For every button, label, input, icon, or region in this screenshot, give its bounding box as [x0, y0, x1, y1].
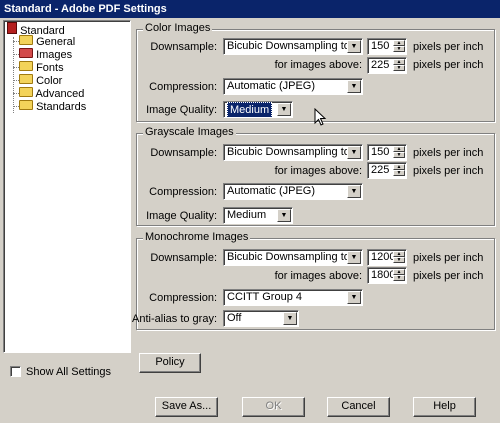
above-unit: pixels per inch — [413, 59, 484, 71]
chevron-down-icon[interactable]: ▼ — [347, 251, 361, 264]
above-unit: pixels per inch — [413, 270, 484, 282]
above-label: for images above: — [274, 165, 362, 177]
chevron-down-icon[interactable]: ▼ — [283, 312, 297, 325]
tree-item-label: Images — [36, 49, 73, 61]
stepper-value: 150 — [371, 146, 390, 158]
tree-item-fonts[interactable]: Fonts — [19, 61, 64, 74]
spin-down-icon[interactable]: ▼ — [393, 170, 405, 176]
antialias-label: Anti-alias to gray: — [132, 313, 217, 325]
compression-select[interactable]: Automatic (JPEG) ▼ — [223, 78, 363, 95]
stepper-value: 1200 — [371, 251, 396, 263]
ppi-stepper[interactable]: 150 ▲ ▼ — [367, 144, 407, 161]
monochrome-images-group: Monochrome Images Downsample: Bicubic Do… — [132, 231, 495, 330]
above-label: for images above: — [274, 59, 362, 71]
spin-down-icon[interactable]: ▼ — [393, 65, 405, 71]
downsample-label: Downsample: — [150, 147, 217, 159]
above-stepper[interactable]: 225 ▲ ▼ — [367, 162, 407, 179]
tree-item-advanced[interactable]: Advanced — [19, 87, 84, 100]
downsample-select[interactable]: Bicubic Downsampling to ▼ — [223, 144, 363, 161]
above-label: for images above: — [274, 270, 362, 282]
select-value: Medium — [227, 102, 273, 117]
ok-button[interactable]: OK — [242, 397, 305, 417]
stepper-value: 225 — [371, 59, 390, 71]
ppi-unit: pixels per inch — [413, 147, 484, 159]
downsample-select[interactable]: Bicubic Downsampling to ▼ — [223, 249, 363, 266]
compression-label: Compression: — [149, 186, 217, 198]
chevron-down-icon[interactable]: ▼ — [277, 209, 291, 222]
ppi-unit: pixels per inch — [413, 252, 484, 264]
folder-icon — [19, 35, 33, 45]
select-value: Bicubic Downsampling to — [227, 146, 350, 158]
spin-down-icon[interactable]: ▼ — [393, 275, 405, 281]
quality-label: Image Quality: — [146, 104, 217, 116]
tree-item-label: Standards — [36, 101, 87, 113]
grayscale-images-group: Grayscale Images Downsample: Bicubic Dow… — [136, 126, 495, 226]
show-all-settings-checkbox[interactable] — [10, 366, 21, 377]
tree-item-label: Color — [36, 75, 63, 87]
window-title: Standard - Adobe PDF Settings — [0, 0, 500, 18]
pdf-settings-icon — [7, 22, 17, 34]
spin-down-icon[interactable]: ▼ — [393, 46, 405, 52]
stepper-value: 1800 — [371, 269, 396, 281]
chevron-down-icon[interactable]: ▼ — [347, 40, 361, 53]
above-unit: pixels per inch — [413, 165, 484, 177]
select-value: Automatic (JPEG) — [227, 80, 316, 92]
downsample-label: Downsample: — [150, 41, 217, 53]
tree-item-label: General — [36, 36, 76, 48]
chevron-down-icon[interactable]: ▼ — [277, 103, 291, 116]
chevron-down-icon[interactable]: ▼ — [347, 185, 361, 198]
folder-open-icon — [19, 48, 33, 58]
folder-icon — [19, 87, 33, 97]
above-stepper[interactable]: 225 ▲ ▼ — [367, 57, 407, 74]
select-value: Bicubic Downsampling to — [227, 251, 350, 263]
quality-label: Image Quality: — [146, 210, 217, 222]
select-value: Bicubic Downsampling to — [227, 40, 350, 52]
show-all-settings-label: Show All Settings — [26, 366, 111, 378]
quality-select[interactable]: Medium ▼ — [223, 101, 293, 118]
tree-item-images[interactable]: Images — [19, 48, 72, 61]
mouse-cursor-icon — [314, 108, 327, 126]
antialias-select[interactable]: Off ▼ — [223, 310, 299, 327]
group-title: Monochrome Images — [143, 231, 251, 243]
compression-select[interactable]: Automatic (JPEG) ▼ — [223, 183, 363, 200]
spin-down-icon[interactable]: ▼ — [393, 152, 405, 158]
quality-select[interactable]: Medium ▼ — [223, 207, 293, 224]
select-value: CCITT Group 4 — [227, 291, 302, 303]
tree-item-standard[interactable]: Standard — [7, 22, 65, 37]
compression-label: Compression: — [149, 81, 217, 93]
tree-item-standards[interactable]: Standards — [19, 100, 86, 113]
tree-item-general[interactable]: General — [19, 35, 75, 48]
chevron-down-icon[interactable]: ▼ — [347, 291, 361, 304]
stepper-value: 225 — [371, 164, 390, 176]
help-button[interactable]: Help — [413, 397, 476, 417]
folder-icon — [19, 74, 33, 84]
select-value: Automatic (JPEG) — [227, 185, 316, 197]
policy-button[interactable]: Policy — [139, 353, 201, 373]
downsample-select[interactable]: Bicubic Downsampling to ▼ — [223, 38, 363, 55]
group-title: Color Images — [143, 22, 213, 34]
folder-icon — [19, 100, 33, 110]
folder-icon — [19, 61, 33, 71]
chevron-down-icon[interactable]: ▼ — [347, 80, 361, 93]
stepper-value: 150 — [371, 40, 390, 52]
compression-select[interactable]: CCITT Group 4 ▼ — [223, 289, 363, 306]
group-title: Grayscale Images — [143, 126, 236, 138]
settings-tree: Standard General Images Fonts Color Adva… — [3, 20, 131, 353]
above-stepper[interactable]: 1800 ▲ ▼ — [367, 267, 407, 284]
select-value: Off — [227, 312, 242, 324]
ppi-stepper[interactable]: 1200 ▲ ▼ — [367, 249, 407, 266]
compression-label: Compression: — [149, 292, 217, 304]
tree-item-label: Advanced — [35, 88, 85, 100]
cancel-button[interactable]: Cancel — [327, 397, 390, 417]
tree-item-label: Fonts — [36, 62, 64, 74]
save-as-button[interactable]: Save As... — [155, 397, 218, 417]
select-value: Medium — [227, 209, 267, 221]
ppi-stepper[interactable]: 150 ▲ ▼ — [367, 38, 407, 55]
tree-item-color[interactable]: Color — [19, 74, 62, 87]
downsample-label: Downsample: — [150, 252, 217, 264]
chevron-down-icon[interactable]: ▼ — [347, 146, 361, 159]
spin-down-icon[interactable]: ▼ — [393, 257, 405, 263]
ppi-unit: pixels per inch — [413, 41, 484, 53]
